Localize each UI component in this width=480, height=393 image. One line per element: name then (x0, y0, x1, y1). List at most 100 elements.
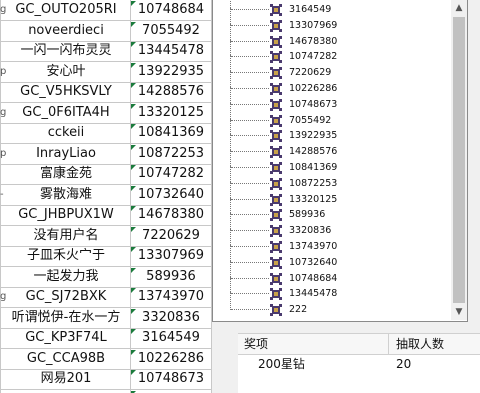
leaf-node-icon (270, 304, 282, 316)
username-cell[interactable]: GC_V5HKSVLY (3, 82, 129, 102)
tree-item-label: 10872253 (289, 178, 338, 189)
user-id-cell[interactable]: 13922935 (131, 62, 211, 82)
tree-connector (231, 9, 269, 10)
clipped-column-edge (0, 349, 2, 369)
username-cell[interactable]: 一起发力我 (3, 267, 129, 287)
username-cell[interactable]: GC_JHBPUX1W (3, 205, 129, 225)
leaf-node-icon (270, 241, 282, 253)
leaf-node-icon (270, 146, 282, 158)
tree-connector (231, 262, 269, 263)
username-cell[interactable]: GC_CCA98B (3, 349, 129, 369)
user-id-cell[interactable]: 10226286 (131, 349, 211, 369)
tree-connector (231, 120, 269, 121)
clipped-column-edge: g (0, 107, 7, 118)
tree-item[interactable]: 222 (213, 292, 449, 319)
leaf-node-icon (270, 51, 282, 63)
user-id-cell[interactable]: 10872253 (131, 144, 211, 164)
leaf-node-icon (270, 4, 282, 16)
tree-connector (231, 56, 269, 57)
tree-connector (231, 135, 269, 136)
leaf-node-icon (270, 194, 282, 206)
vertical-scrollbar[interactable]: ▲ ▼ (451, 0, 467, 320)
clipped-column-edge (0, 123, 2, 143)
leaf-node-icon (270, 115, 282, 127)
user-id-cell[interactable]: 13320125 (131, 103, 211, 123)
column-header-prize[interactable]: 奖项 (244, 334, 268, 354)
user-id-cell[interactable]: 13307969 (131, 246, 211, 266)
user-id-cell[interactable]: 7220629 (131, 226, 211, 246)
username-cell[interactable]: GC_SJ72BXK (3, 287, 129, 307)
username-cell[interactable]: 安心叶 (3, 62, 129, 82)
column-divider[interactable] (388, 334, 389, 354)
tree-item-label: 10226286 (289, 83, 338, 94)
username-cell[interactable]: cckeii (3, 123, 129, 143)
username-cell[interactable]: GC_OUTO205RI (3, 0, 129, 20)
tree-item-label: 13922935 (289, 130, 338, 141)
clipped-column-edge (0, 164, 2, 184)
username-cell[interactable]: 没有用户名 (3, 226, 129, 246)
user-id-cell[interactable]: 7055492 (131, 21, 211, 41)
leaf-node-icon (270, 273, 282, 285)
username-cell[interactable]: 听谓悦伊-在水一方 (3, 308, 129, 328)
clipped-column-edge (0, 82, 2, 102)
scroll-up-arrow-icon[interactable]: ▲ (451, 0, 467, 16)
clipped-column-edge: p (0, 148, 7, 159)
tree-connector (231, 25, 269, 26)
username-cell[interactable]: GC_KP3F74L (3, 328, 129, 348)
column-header-count[interactable]: 抽取人数 (396, 334, 444, 354)
user-id-cell[interactable]: 14288576 (131, 82, 211, 102)
username-cell[interactable]: GC_0F6ITA4H (3, 103, 129, 123)
prize-table-header: 奖项 抽取人数 (238, 333, 480, 355)
user-id-cell[interactable]: 10732640 (131, 185, 211, 205)
tree-item-label: 13445478 (289, 288, 338, 299)
user-id-cell[interactable]: 10748684 (131, 0, 211, 20)
user-id-cell[interactable]: 10841369 (131, 123, 211, 143)
user-id-cell[interactable]: 13445478 (131, 41, 211, 61)
user-id-cell[interactable]: 3320836 (131, 308, 211, 328)
username-cell[interactable]: 网易201 (3, 369, 129, 389)
username-cell[interactable]: 雾散海难 (3, 185, 129, 205)
scrollbar-thumb[interactable] (453, 17, 465, 303)
tree-connector (231, 88, 269, 89)
tree-item-label: 10747282 (289, 51, 338, 62)
tree-item-label: 3164549 (289, 4, 332, 15)
tree-connector (231, 214, 269, 215)
user-id-cell[interactable]: 14678380 (131, 205, 211, 225)
user-id-cell[interactable]: 3164549 (131, 328, 211, 348)
leaf-node-icon (270, 130, 282, 142)
clipped-column-edge (0, 246, 2, 266)
clipped-column-edge (0, 226, 2, 246)
clipped-column-edge: g (0, 291, 7, 302)
leaf-node-icon (270, 257, 282, 269)
username-cell[interactable]: 一闪一闪布灵灵 (3, 41, 129, 61)
tree-item-label: 3320836 (289, 225, 332, 236)
id-tree-popup[interactable]: 3164549 13307969 14678380 10747282 7220629 10… (212, 0, 468, 322)
leaf-node-icon (270, 67, 282, 79)
username-cell[interactable]: noveerdieci (3, 21, 129, 41)
leaf-node-icon (270, 178, 282, 190)
username-cell[interactable]: InrayLiao (3, 144, 129, 164)
tree-item-label: 14288576 (289, 146, 338, 157)
tree-item-label: 10732640 (289, 257, 338, 268)
count-cell[interactable]: 20 (396, 355, 411, 373)
tree-connector (231, 230, 269, 231)
leaf-node-icon (270, 36, 282, 48)
scroll-down-arrow-icon[interactable]: ▼ (451, 304, 467, 320)
leaf-node-icon (270, 288, 282, 300)
tree-item-label: 13307969 (289, 20, 338, 31)
user-id-cell[interactable]: 10748673 (131, 369, 211, 389)
user-id-cell[interactable]: 10747282 (131, 164, 211, 184)
tree-item-label: 13743970 (289, 241, 338, 252)
tree-list[interactable]: 3164549 13307969 14678380 10747282 7220629 10… (213, 0, 451, 320)
user-id-cell[interactable]: 589936 (131, 267, 211, 287)
username-cell[interactable]: 子皿禾火宀于 (3, 246, 129, 266)
tree-connector (231, 293, 269, 294)
leaf-node-icon (270, 83, 282, 95)
clipped-column-edge (0, 21, 2, 41)
user-id-cell[interactable]: 13743970 (131, 287, 211, 307)
prize-cell[interactable]: 200星钻 (258, 355, 305, 373)
tree-connector (231, 104, 269, 105)
username-cell[interactable]: 富康金苑 (3, 164, 129, 184)
clipped-column-edge (0, 267, 2, 287)
tree-connector (231, 167, 269, 168)
